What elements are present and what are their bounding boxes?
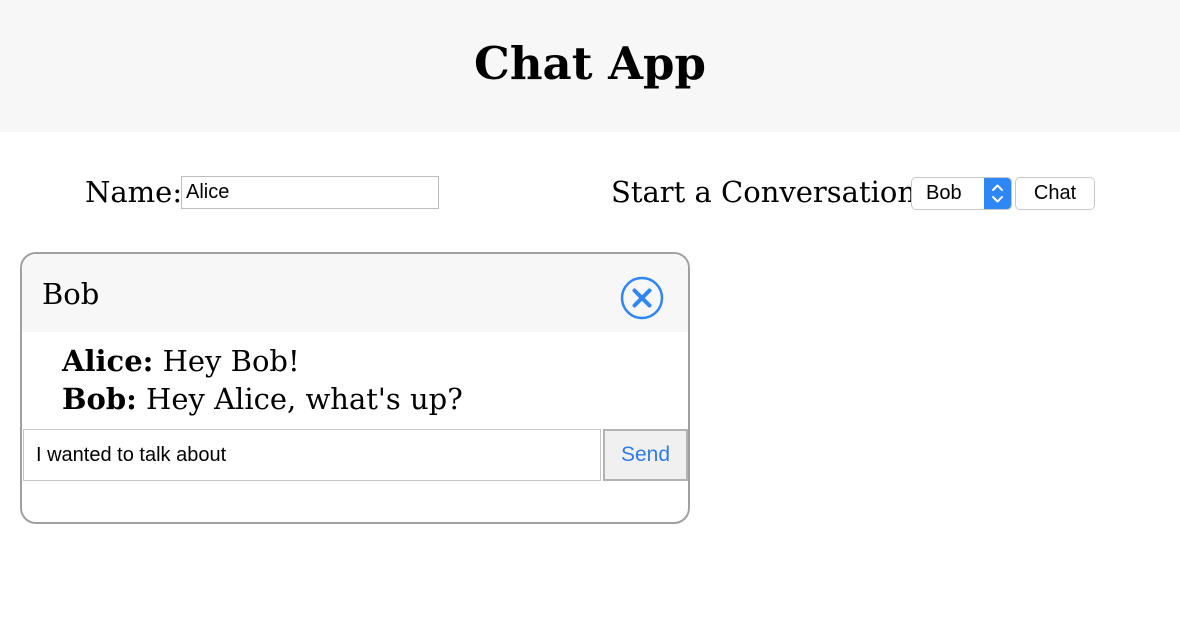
message-item: Bob: Hey Alice, what's up? [62, 380, 662, 418]
message-text: Hey Alice, what's up? [136, 382, 463, 416]
chat-partner-name: Bob [42, 277, 100, 311]
close-circle-icon [620, 276, 664, 320]
page-title: Chat App [474, 37, 706, 90]
message-sender: Alice: [62, 344, 154, 378]
message-text: Hey Bob! [153, 344, 300, 378]
start-conversation-label: Start a Conversation: [611, 175, 926, 209]
message-list: Alice: Hey Bob! Bob: Hey Alice, what's u… [62, 342, 662, 418]
app-header: Chat App [0, 0, 1180, 132]
chat-header: Bob [22, 254, 688, 332]
message-input[interactable] [23, 429, 601, 481]
send-button[interactable]: Send [603, 429, 688, 481]
message-sender: Bob: [62, 382, 137, 416]
user-select-value: Bob [926, 182, 962, 204]
name-input[interactable] [181, 176, 439, 209]
chat-button[interactable]: Chat [1015, 177, 1095, 210]
name-label: Name: [85, 175, 183, 209]
message-item: Alice: Hey Bob! [62, 342, 662, 380]
user-select[interactable]: Bob [911, 177, 1012, 210]
close-chat-button[interactable] [620, 276, 664, 320]
chat-window: Bob Alice: Hey Bob! Bob: Hey Alice, what… [20, 252, 690, 524]
chevron-up-down-icon [984, 178, 1011, 209]
